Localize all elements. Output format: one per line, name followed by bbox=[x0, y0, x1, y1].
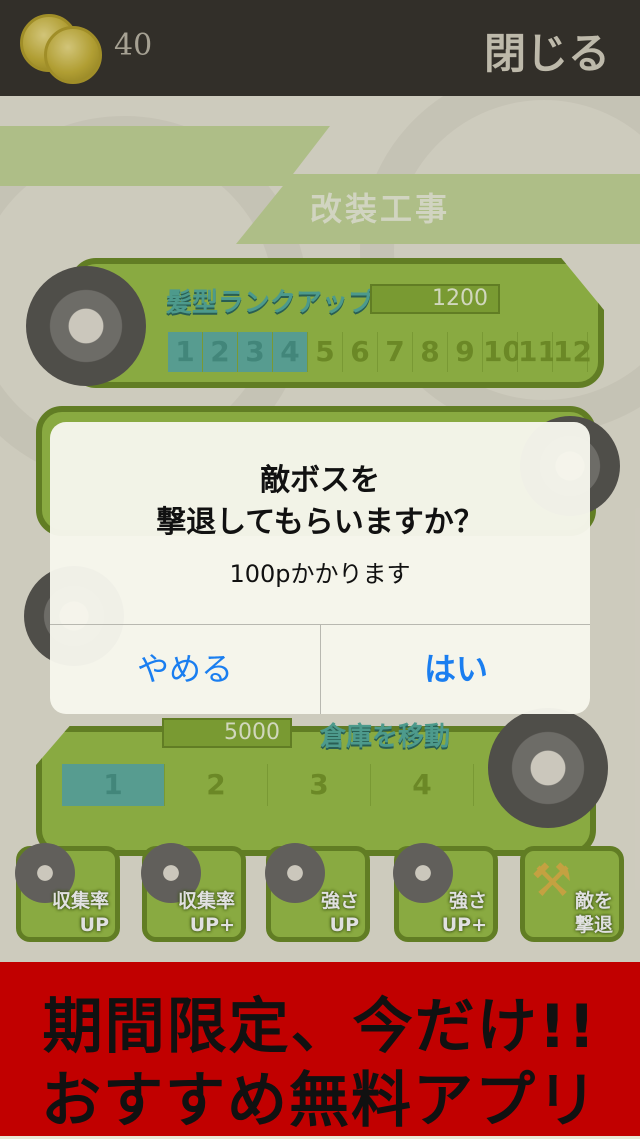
dialog-title: 敵ボスを 撃退してもらいますか？ bbox=[50, 460, 590, 544]
dialog-title-line2: 撃退してもらいますか？ bbox=[156, 505, 484, 540]
confirm-dialog: 敵ボスを 撃退してもらいますか？ 100pかかります やめる はい bbox=[50, 422, 590, 714]
dialog-title-line1: 敵ボスを bbox=[260, 463, 380, 498]
cancel-button[interactable]: やめる bbox=[50, 625, 320, 714]
confirm-button[interactable]: はい bbox=[321, 625, 590, 714]
dialog-message: 100pかかります bbox=[229, 560, 411, 588]
ad-banner[interactable]: 期間限定、今だけ!! おすすめ無料アプリ bbox=[0, 962, 640, 1136]
ad-line2: おすすめ無料アプリ bbox=[41, 1066, 599, 1136]
